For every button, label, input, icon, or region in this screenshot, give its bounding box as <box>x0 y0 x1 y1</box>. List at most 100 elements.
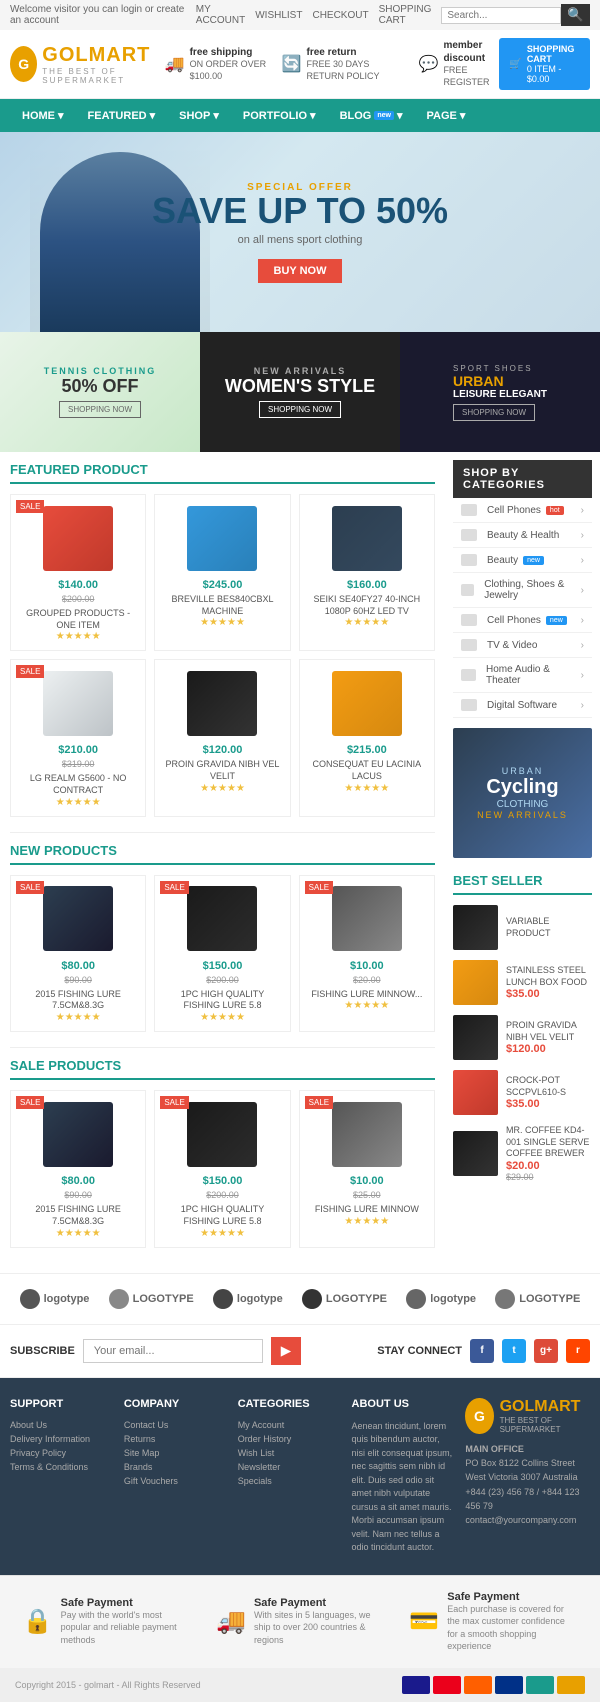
product-card[interactable]: SALE $210.00 $319.00 LG REALM G5600 - NO… <box>10 659 146 816</box>
payment-icon-4 <box>495 1676 523 1694</box>
footer-link-specials[interactable]: Specials <box>238 1476 342 1486</box>
footer-link-contact[interactable]: Contact Us <box>124 1420 228 1430</box>
category-item-software[interactable]: Digital Software › <box>453 693 592 718</box>
brand-logo-3[interactable]: logotype <box>213 1289 283 1309</box>
nav-featured[interactable]: FEATURED ▾ <box>76 99 168 132</box>
cart-button[interactable]: 🛒 SHOPPING CART 0 ITEM - $0.00 <box>499 38 590 90</box>
brand-logo-2[interactable]: LOGOTYPE <box>109 1289 194 1309</box>
product-name: FISHING LURE MINNOW <box>308 1204 426 1216</box>
footer-email: contact@yourcompany.com <box>465 1515 576 1525</box>
subscribe-email-input[interactable] <box>83 1339 263 1363</box>
search-form: 🔍 <box>441 4 590 26</box>
product-image <box>19 1099 137 1169</box>
footer-logo-text: GOLMART THE BEST OF SUPERMARKET <box>500 1398 590 1434</box>
product-card[interactable]: SALE $80.00 $90.00 2015 FISHING LURE 7.5… <box>10 875 146 1032</box>
category-item-beauty-health[interactable]: Beauty & Health › <box>453 523 592 548</box>
footer-link-delivery[interactable]: Delivery Information <box>10 1434 114 1444</box>
footer-link-sitemap[interactable]: Site Map <box>124 1448 228 1458</box>
brand-logo-1[interactable]: logotype <box>20 1289 90 1309</box>
star-rating: ★★★★★ <box>308 1000 426 1011</box>
brand-logo-4[interactable]: LOGOTYPE <box>302 1289 387 1309</box>
category-label: Beauty & Health <box>487 530 559 541</box>
product-card[interactable]: SALE $80.00 $90.00 2015 FISHING LURE 7.5… <box>10 1090 146 1247</box>
chevron-right-icon: › <box>581 640 584 651</box>
googleplus-icon[interactable]: g+ <box>534 1339 558 1363</box>
footer-link-wishlist[interactable]: Wish List <box>238 1448 342 1458</box>
rss-icon[interactable]: r <box>566 1339 590 1363</box>
price-old: $319.00 <box>62 759 95 769</box>
price-old: $200.00 <box>206 975 239 985</box>
bs-product-old-price: $29.00 <box>506 1172 592 1182</box>
product-name: BREVILLE BES840CBXL MACHINE <box>163 594 281 617</box>
category-item-beauty[interactable]: Beauty new › <box>453 548 592 573</box>
category-item-tv[interactable]: TV & Video › <box>453 633 592 658</box>
footer-link-privacy[interactable]: Privacy Policy <box>10 1448 114 1458</box>
best-seller-item[interactable]: STAINLESS STEEL LUNCH BOX FOOD $35.00 <box>453 960 592 1005</box>
product-card[interactable]: SALE $150.00 $200.00 1PC HIGH QUALITY FI… <box>154 1090 290 1247</box>
footer-link-myaccount[interactable]: My Account <box>238 1420 342 1430</box>
nav-featured-label: FEATURED <box>88 110 147 122</box>
top-bar-right: MY ACCOUNT WISHLIST CHECKOUT SHOPPING CA… <box>196 4 590 26</box>
category-item-cellphones[interactable]: Cell Phones hot › <box>453 498 592 523</box>
product-card[interactable]: SALE $10.00 $25.00 FISHING LURE MINNOW ★… <box>299 1090 435 1247</box>
bs-product-info: VARIABLE PRODUCT <box>506 916 592 939</box>
product-image <box>308 503 426 573</box>
footer-link-returns[interactable]: Returns <box>124 1434 228 1444</box>
sale-badge: SALE <box>16 1096 44 1109</box>
sub-banner-women-btn[interactable]: SHOPPING NOW <box>259 401 341 418</box>
category-badge: new <box>546 616 567 625</box>
footer-link-terms[interactable]: Terms & Conditions <box>10 1462 114 1472</box>
footer-link-newsletter[interactable]: Newsletter <box>238 1462 342 1472</box>
footer-link-orderhistory[interactable]: Order History <box>238 1434 342 1444</box>
my-account-link[interactable]: MY ACCOUNT <box>196 4 245 26</box>
shopping-cart-link[interactable]: SHOPPING CART <box>379 4 432 26</box>
star-rating: ★★★★★ <box>308 783 426 794</box>
product-card[interactable]: $245.00 BREVILLE BES840CBXL MACHINE ★★★★… <box>154 494 290 651</box>
best-seller-item[interactable]: CROCK-POT SCCPVL610-S $35.00 <box>453 1070 592 1115</box>
copyright-text: Copyright 2015 - golmart - All Rights Re… <box>15 1680 201 1690</box>
sport-title: URBAN <box>453 373 547 389</box>
facebook-icon[interactable]: f <box>470 1339 494 1363</box>
hero-cta-button[interactable]: BUY NOW <box>258 259 343 283</box>
sub-banner-shoes-btn[interactable]: SHOPPING NOW <box>453 404 535 421</box>
wishlist-link[interactable]: WISHLIST <box>255 10 302 21</box>
category-item-clothing[interactable]: Clothing, Shoes & Jewelry › <box>453 573 592 608</box>
subscribe-button[interactable]: ▶ <box>271 1337 301 1365</box>
sub-banner-tennis-btn[interactable]: SHOPPING NOW <box>59 401 141 418</box>
product-card[interactable]: $215.00 CONSEQUAT EU LACINIA LACUS ★★★★★ <box>299 659 435 816</box>
checkout-link[interactable]: CHECKOUT <box>312 10 368 21</box>
best-seller-item[interactable]: MR. COFFEE KD4-001 SINGLE SERVE COFFEE B… <box>453 1125 592 1182</box>
logo[interactable]: G GOLMART THE BEST OF SUPERMARKET <box>10 44 165 85</box>
product-card[interactable]: SALE $150.00 $200.00 1PC HIGH QUALITY FI… <box>154 875 290 1032</box>
category-item-cellphones2[interactable]: Cell Phones new › <box>453 608 592 633</box>
benefit-return-title: free return <box>307 46 404 59</box>
nav-home[interactable]: HOME ▾ <box>10 99 76 132</box>
nav-blog[interactable]: BLOG new ▾ <box>328 99 415 132</box>
divider <box>10 1047 435 1048</box>
search-input[interactable] <box>441 7 561 24</box>
footer-link-brands[interactable]: Brands <box>124 1462 228 1472</box>
nav-portfolio[interactable]: PORTFOLIO ▾ <box>231 99 328 132</box>
brand-name-6: LOGOTYPE <box>519 1293 580 1305</box>
bs-product-info: MR. COFFEE KD4-001 SINGLE SERVE COFFEE B… <box>506 1125 592 1182</box>
safe-payment-icon-2: 🚚 <box>216 1607 246 1636</box>
bs-product-thumbnail <box>453 905 498 950</box>
nav-shop[interactable]: SHOP ▾ <box>167 99 231 132</box>
best-seller-item[interactable]: PROIN GRAVIDA NIBH VEL VELIT $120.00 <box>453 1015 592 1060</box>
footer-link-gift[interactable]: Gift Vouchers <box>124 1476 228 1486</box>
brand-logo-5[interactable]: logotype <box>406 1289 476 1309</box>
best-seller-item[interactable]: VARIABLE PRODUCT <box>453 905 592 950</box>
brand-logo-6[interactable]: LOGOTYPE <box>495 1289 580 1309</box>
nav-page[interactable]: PAGE ▾ <box>415 99 478 132</box>
product-card[interactable]: SALE $10.00 $20.00 FISHING LURE MINNOW..… <box>299 875 435 1032</box>
product-card[interactable]: $120.00 PROIN GRAVIDA NIBH VEL VELIT ★★★… <box>154 659 290 816</box>
product-card[interactable]: SALE $140.00 $200.00 GROUPED PRODUCTS - … <box>10 494 146 651</box>
search-button[interactable]: 🔍 <box>561 4 590 26</box>
chevron-right-icon: › <box>581 615 584 626</box>
category-item-audio[interactable]: Home Audio & Theater › <box>453 658 592 693</box>
footer-link-aboutus[interactable]: About Us <box>10 1420 114 1430</box>
footer-address: PO Box 8122 Collins Street West Victoria… <box>465 1458 577 1482</box>
product-card[interactable]: $160.00 SEIKI SE40FY27 40-INCH 1080P 60H… <box>299 494 435 651</box>
twitter-icon[interactable]: t <box>502 1339 526 1363</box>
bs-product-price: $35.00 <box>506 1098 592 1110</box>
